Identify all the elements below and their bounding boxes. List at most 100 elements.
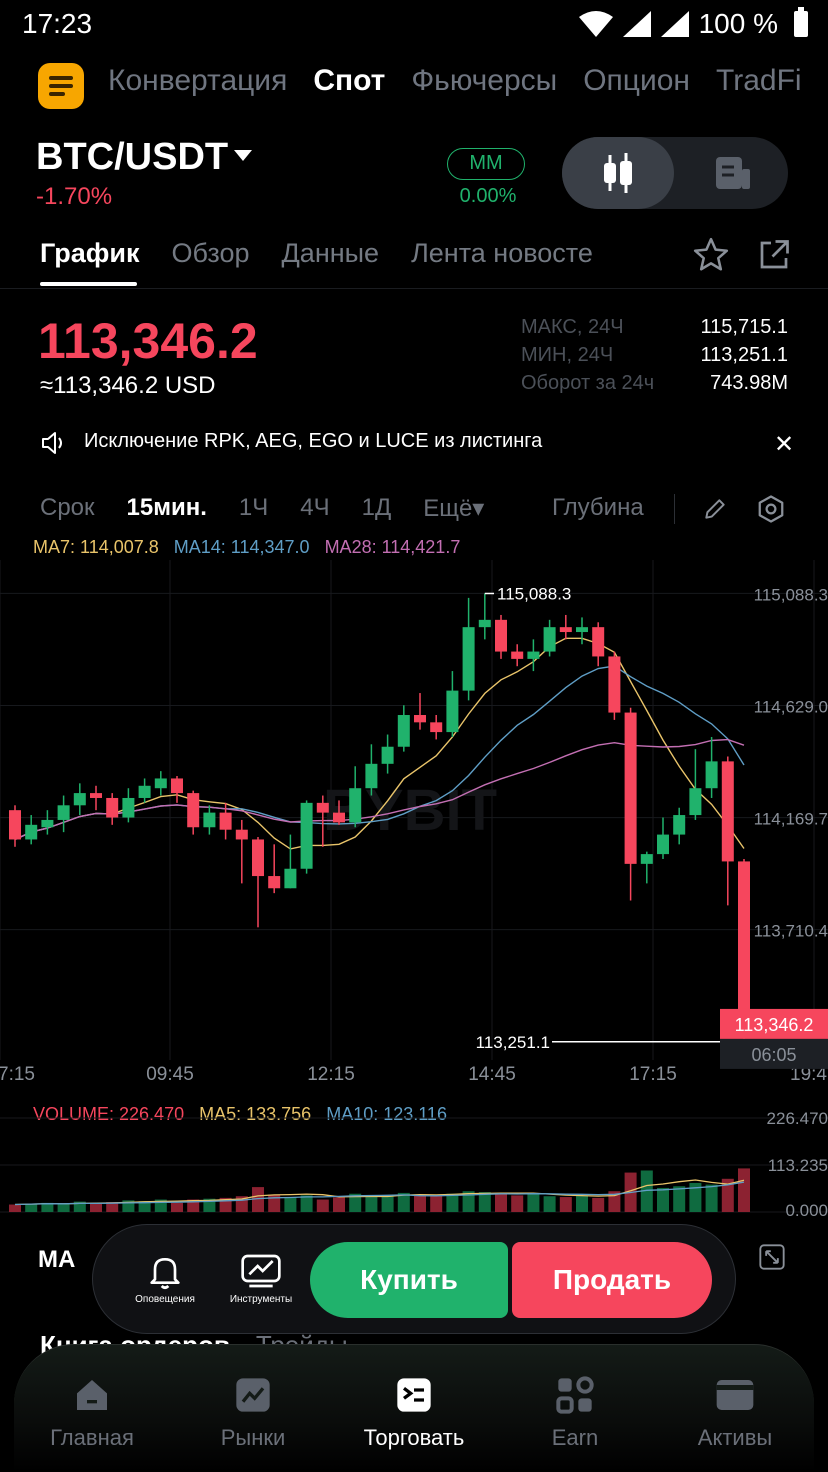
ma28-value: MA28: 114,421.7 — [324, 537, 461, 557]
tab-data[interactable]: Данные — [282, 238, 380, 269]
volume-bar — [316, 1199, 329, 1212]
status-time: 17:23 — [22, 8, 93, 39]
candle — [705, 736, 718, 798]
tab-chart[interactable]: График — [40, 238, 140, 269]
nav-trade[interactable]: Торговать — [339, 1375, 489, 1451]
content-tabs: График Обзор Данные Лента новосте — [40, 238, 608, 269]
timeframe-4h[interactable]: 4Ч — [300, 494, 329, 523]
chart-tools-icon — [241, 1254, 281, 1288]
nav-home[interactable]: Главная — [17, 1375, 167, 1451]
wifi-icon — [578, 11, 613, 37]
menu-logo-icon[interactable] — [38, 63, 84, 109]
candle — [689, 749, 702, 820]
candle — [41, 810, 54, 835]
orderbook-view-icon[interactable] — [674, 137, 788, 209]
nav-markets-label: Рынки — [220, 1425, 286, 1450]
sell-button[interactable]: Продать — [512, 1242, 712, 1318]
alerts-label: Оповещения — [135, 1294, 195, 1305]
candle — [25, 815, 38, 845]
candle-body — [608, 656, 621, 713]
nav-assets[interactable]: Активы — [660, 1375, 810, 1451]
y-tick-label: 114,629.0 — [754, 697, 828, 716]
timeframe-15m[interactable]: 15мин. — [127, 494, 207, 523]
candle — [154, 771, 167, 796]
home-icon — [77, 1380, 107, 1410]
candle-body — [284, 868, 297, 889]
candle — [268, 844, 281, 894]
nav-earn[interactable]: Earn — [500, 1375, 650, 1451]
timeframe-1d[interactable]: 1Д — [362, 494, 392, 523]
timeframe-more[interactable]: Ещё▾ — [423, 494, 484, 523]
timeframe-1h[interactable]: 1Ч — [239, 494, 268, 523]
candle-body — [592, 627, 605, 657]
volume-bar — [576, 1195, 588, 1212]
pair-change: -1.70% — [36, 183, 113, 210]
candle-body — [219, 812, 232, 830]
candle — [511, 644, 524, 667]
volume-bar — [333, 1197, 345, 1212]
tab-overview[interactable]: Обзор — [172, 238, 250, 269]
volume-bar — [414, 1194, 426, 1212]
nav-markets[interactable]: Рынки — [178, 1375, 328, 1451]
nav-assets-label: Активы — [697, 1425, 773, 1450]
volume-bar — [446, 1193, 459, 1212]
low-marker-label: 113,251.1 — [476, 1033, 550, 1052]
volume-bar — [559, 1197, 572, 1212]
star-icon[interactable] — [692, 236, 730, 274]
candle — [171, 776, 183, 803]
candle — [721, 756, 734, 906]
volume-bar — [57, 1204, 70, 1212]
indicator-ma-toggle[interactable]: MA — [38, 1246, 75, 1274]
chevron-down-icon[interactable] — [234, 150, 252, 161]
topnav-options[interactable]: Опцион — [583, 64, 690, 98]
volume-bar — [673, 1186, 686, 1212]
buy-button[interactable]: Купить — [310, 1242, 508, 1318]
candle — [381, 734, 394, 774]
topnav-spot[interactable]: Спот — [313, 64, 385, 98]
volume-bar — [284, 1197, 297, 1212]
topnav-convert[interactable]: Конвертация — [108, 64, 287, 98]
volume-bar — [9, 1204, 21, 1212]
fullscreen-icon[interactable] — [758, 1243, 786, 1271]
candle-body — [90, 793, 102, 798]
toolbar-separator — [674, 494, 675, 524]
share-icon[interactable] — [756, 237, 792, 273]
candle — [300, 800, 313, 874]
candle — [203, 805, 216, 835]
alerts-button[interactable]: Оповещения — [125, 1251, 205, 1305]
vol-tick-label: 0.000 — [785, 1201, 828, 1220]
price-chart[interactable]: BYBIT 115,088.3114,629.0114,169.7113,710… — [0, 560, 828, 1090]
candle — [446, 671, 459, 737]
close-icon[interactable]: ✕ — [774, 430, 794, 459]
last-price: 113,346.2 — [38, 313, 258, 369]
chart-view-button[interactable] — [562, 137, 674, 209]
announcement-text[interactable]: Исключение RPK, AEG, EGO и LUCE из листи… — [84, 430, 542, 453]
volume-bar — [495, 1192, 507, 1212]
candle-body — [559, 627, 572, 633]
candle — [543, 619, 556, 657]
x-tick-label: 17:15 — [629, 1064, 677, 1085]
tab-news[interactable]: Лента новосте — [411, 238, 593, 269]
candle — [106, 793, 119, 825]
volume-bar — [430, 1195, 443, 1212]
topnav-futures[interactable]: Фьючерсы — [411, 64, 557, 98]
earn-icon — [556, 1376, 594, 1414]
chart-timeframes: Срок 15мин. 1Ч 4Ч 1Д Ещё▾ — [40, 494, 516, 523]
pair-selector[interactable]: BTC/USDT — [36, 136, 228, 179]
depth-tab[interactable]: Глубина — [552, 494, 644, 522]
mm-badge[interactable]: MM — [447, 148, 525, 180]
candle-body — [268, 876, 281, 889]
candle — [478, 593, 491, 640]
volume-bar — [90, 1203, 102, 1212]
volume-chart[interactable]: 226.470 113.235 0.000 — [0, 1100, 828, 1225]
candle-body — [187, 793, 200, 828]
candle — [559, 614, 572, 640]
settings-icon[interactable] — [756, 494, 786, 524]
candle — [608, 651, 621, 720]
candle — [138, 778, 151, 803]
candle-body — [495, 619, 507, 652]
pencil-icon[interactable] — [702, 496, 728, 522]
current-price-label: 113,346.2 — [735, 1015, 814, 1035]
tools-button[interactable]: Инструменты — [221, 1251, 301, 1305]
topnav-tradfi[interactable]: TradFi — [716, 64, 802, 98]
